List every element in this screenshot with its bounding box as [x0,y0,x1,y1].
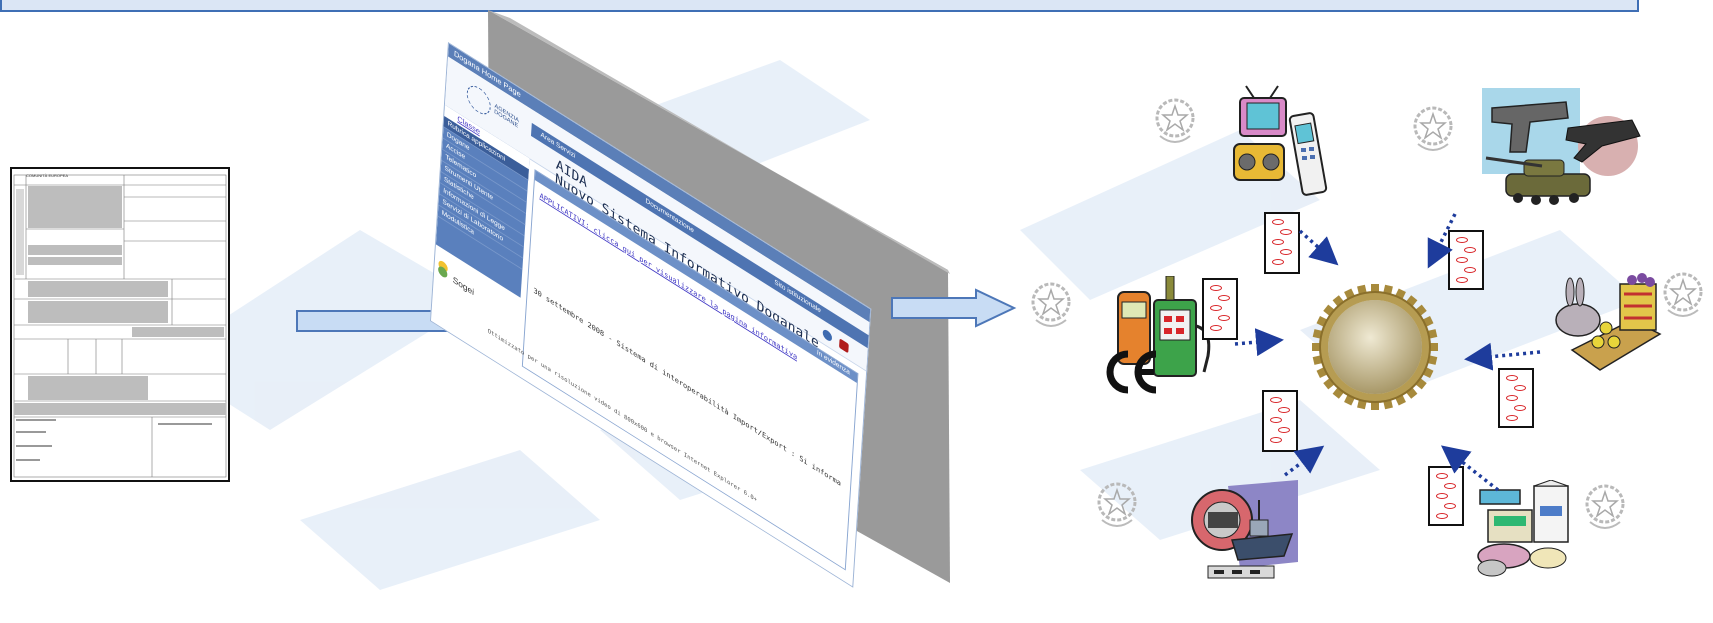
pill-mark [1444,503,1456,509]
form-title: COMUNITÀ EUROPEA [26,173,69,178]
document-pill-card [1498,368,1534,428]
electronics-clipart [1233,85,1328,196]
exit-icon[interactable] [839,338,849,354]
pill-mark [1270,397,1282,403]
pill-mark [1464,247,1476,253]
republic-emblem-icon [1155,98,1195,143]
republic-emblem-icon [1031,282,1071,327]
pill-mark [1506,395,1518,401]
gear-icon [1312,284,1438,410]
pill-mark [1210,285,1222,291]
republic-emblem-icon [1413,106,1453,151]
pill-mark [1272,239,1284,245]
customs-declaration-form: COMUNITÀ EUROPEA [10,167,230,482]
form-grid [13,174,227,478]
pill-mark [1270,417,1282,423]
ship-clipart [1191,480,1298,579]
food-products-clipart [1477,480,1569,577]
pill-mark [1436,513,1448,519]
pill-mark [1506,415,1518,421]
pill-mark [1456,277,1468,283]
pill-mark [1278,407,1290,413]
help-icon[interactable] [822,327,833,343]
pill-mark [1514,385,1526,391]
republic-emblem-icon [1585,484,1625,529]
pill-mark [1218,295,1230,301]
document-pill-card [1264,212,1300,274]
pill-mark [1210,305,1222,311]
pill-mark [1514,405,1526,411]
pill-mark [1278,427,1290,433]
document-pill-card [1448,230,1484,290]
document-pill-card [1202,278,1238,340]
pill-mark [1456,257,1468,263]
pill-mark [1444,483,1456,489]
eu-stars-icon [465,80,492,120]
ce-mark-icon [1104,346,1160,398]
pill-mark [1464,267,1476,273]
sogei-logo-icon [438,260,448,278]
pill-mark [1506,375,1518,381]
pill-mark [1280,249,1292,255]
pill-mark [1218,315,1230,321]
pill-mark [1272,259,1284,265]
republic-emblem-icon [1097,482,1137,527]
pill-mark [1270,437,1282,443]
pill-mark [1436,473,1448,479]
weapons-clipart [1482,88,1641,205]
document-pill-card [1428,466,1464,526]
pill-mark [1280,229,1292,235]
pill-mark [1272,219,1284,225]
pill-mark [1436,493,1448,499]
flow-arrow-aida-to-goods [890,288,1020,328]
animals-clipart [1555,273,1662,371]
pill-mark [1456,237,1468,243]
pill-mark [1210,325,1222,331]
document-pill-card [1262,390,1298,452]
republic-emblem-icon [1663,272,1703,317]
sogei-label: Sogei [452,274,475,298]
